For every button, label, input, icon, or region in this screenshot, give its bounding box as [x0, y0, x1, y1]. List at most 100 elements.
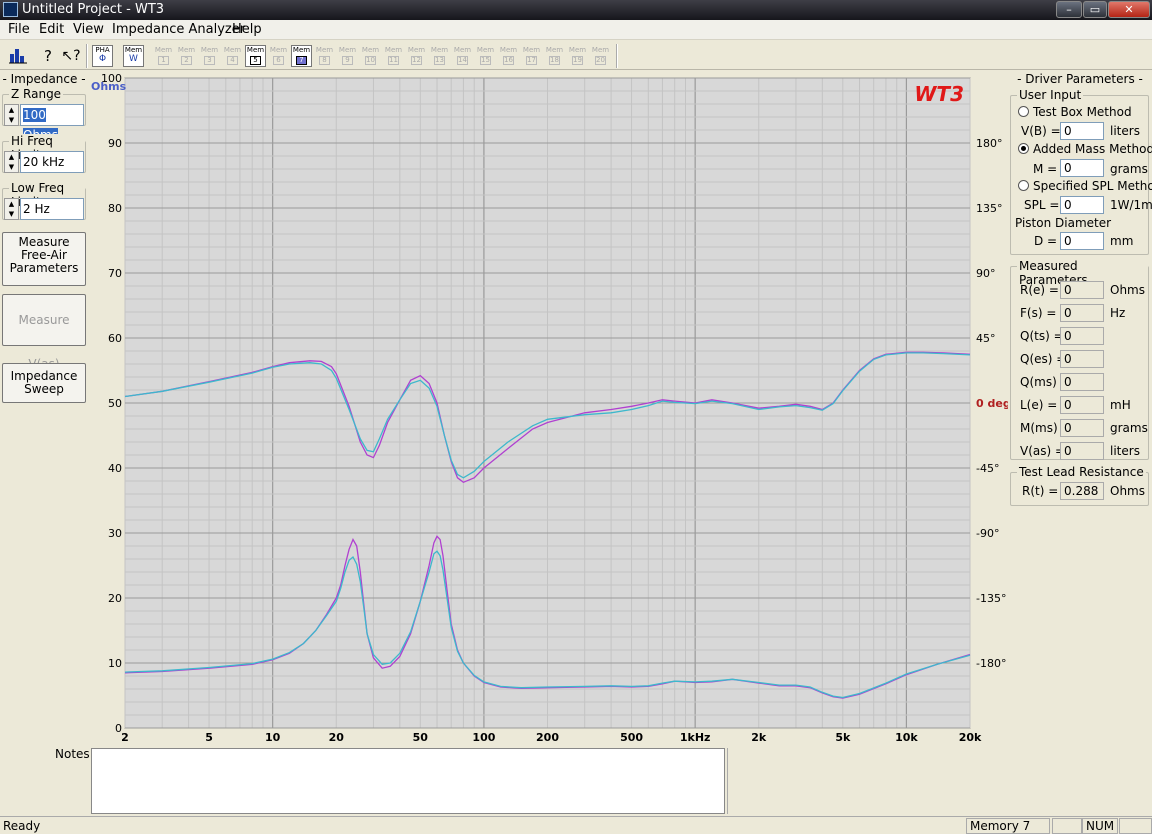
low-freq-spinner[interactable]: ▲ ▼ [4, 198, 19, 220]
impedance-plot[interactable]: 2 5 10 20 50 100 200 500 1kHz 2k 5k 10k 20k 0 10 20 30 40… [90, 70, 1008, 746]
menu-impedance-analyzer[interactable]: Impedance Analyzer [112, 22, 245, 37]
mem-w-button[interactable]: Mem W [123, 45, 144, 67]
x-tick-label: 2k [751, 731, 767, 744]
y-tick-label: 10 [108, 657, 122, 670]
menu-file[interactable]: File [8, 22, 30, 37]
param-value[interactable]: 0 [1060, 327, 1104, 345]
spin-up-icon[interactable]: ▲ [5, 105, 18, 115]
mem-button-number: 11 [388, 56, 399, 65]
minimize-button[interactable]: – [1056, 1, 1082, 18]
param-value[interactable]: 0 [1060, 350, 1104, 368]
param-value[interactable]: 0 [1060, 304, 1104, 322]
z-range-input[interactable]: 100 Ohms [20, 104, 84, 142]
mem-button-6[interactable]: Mem 6 [268, 45, 289, 67]
mem-button-17[interactable]: Mem 17 [521, 45, 542, 67]
hi-freq-input[interactable]: 20 kHz [20, 151, 84, 173]
mem-button-number: 2 [181, 56, 192, 65]
x-tick-label: 20k [959, 731, 982, 744]
mem-button-8[interactable]: Mem 8 [314, 45, 335, 67]
mem-button-label: Mem [361, 46, 380, 54]
app-window: Untitled Project - WT3 – ▭ ✕ File Edit V… [0, 0, 1152, 834]
spin-up-icon[interactable]: ▲ [5, 152, 18, 162]
param-unit: Ohms [1110, 283, 1145, 297]
param-value[interactable]: 0 [1060, 281, 1104, 299]
bar-chart-icon[interactable] [6, 45, 30, 67]
mem-button-label: Mem [453, 46, 472, 54]
mem-button-19[interactable]: Mem 19 [567, 45, 588, 67]
menu-bar: File Edit View Impedance Analyzer Help [0, 20, 1152, 40]
mem-button-7[interactable]: Mem 7 [291, 45, 312, 67]
vb-input[interactable]: 0 [1060, 122, 1104, 140]
menu-help[interactable]: Help [232, 22, 262, 37]
m-input[interactable]: 0 [1060, 159, 1104, 177]
mem-button-2[interactable]: Mem 2 [176, 45, 197, 67]
param-value[interactable]: 0 [1060, 419, 1104, 437]
added-mass-radio[interactable] [1018, 143, 1029, 154]
mem-button-4[interactable]: Mem 4 [222, 45, 243, 67]
mem-button-1[interactable]: Mem 1 [153, 45, 174, 67]
mem-button-label: Mem [522, 46, 541, 54]
mem-button-9[interactable]: Mem 9 [337, 45, 358, 67]
mem-button-label: Mem [384, 46, 403, 54]
d-unit: mm [1110, 234, 1134, 248]
mem-button-5[interactable]: Mem 5 [245, 45, 266, 67]
impedance-sweep-button[interactable]: Impedance Sweep [2, 363, 86, 403]
help-icon[interactable]: ? [37, 45, 59, 67]
spin-up-icon[interactable]: ▲ [5, 199, 18, 209]
mem-button-13[interactable]: Mem 13 [429, 45, 450, 67]
phase-toggle-button[interactable]: PHA Φ [92, 45, 113, 67]
spin-down-icon[interactable]: ▼ [5, 209, 18, 219]
measure-free-air-button[interactable]: Measure Free-Air Parameters [2, 232, 86, 286]
mem-button-3[interactable]: Mem 3 [199, 45, 220, 67]
mem-button-16[interactable]: Mem 16 [498, 45, 519, 67]
mem-button-15[interactable]: Mem 15 [475, 45, 496, 67]
phase-tick-label: -135° [976, 592, 1006, 605]
context-help-icon[interactable]: ↖? [60, 45, 82, 67]
d-input[interactable]: 0 [1060, 232, 1104, 250]
mem-button-label: Mem [177, 46, 196, 54]
hi-freq-spinner[interactable]: ▲ ▼ [4, 151, 19, 173]
spin-down-icon[interactable]: ▼ [5, 162, 18, 172]
x-tick-label: 10 [265, 731, 281, 744]
phase-tick-label: 0 deg [976, 397, 1008, 410]
mem-button-number: 16 [503, 56, 514, 65]
phase-tick-label: 135° [976, 202, 1003, 215]
mem-button-12[interactable]: Mem 12 [406, 45, 427, 67]
mem-button-20[interactable]: Mem 20 [590, 45, 611, 67]
mem-button-label: Mem [338, 46, 357, 54]
notes-textarea[interactable] [91, 748, 725, 814]
menu-edit[interactable]: Edit [39, 22, 64, 37]
chart-svg[interactable]: 2 5 10 20 50 100 200 500 1kHz 2k 5k 10k 20k 0 10 20 30 40… [90, 70, 1008, 746]
low-freq-input[interactable]: 2 Hz [20, 198, 84, 220]
param-value[interactable]: 0 [1060, 396, 1104, 414]
spl-input[interactable]: 0 [1060, 196, 1104, 214]
mem-button-10[interactable]: Mem 10 [360, 45, 381, 67]
mem-button-18[interactable]: Mem 18 [544, 45, 565, 67]
mem-button-label: Mem [154, 46, 173, 54]
param-value[interactable]: 0 [1060, 373, 1104, 391]
test-box-method-label: Test Box Method [1033, 105, 1132, 119]
mem-button-number: 18 [549, 56, 560, 65]
maximize-button[interactable]: ▭ [1083, 1, 1107, 18]
mem-button-number: 5 [250, 56, 261, 65]
mem-button-14[interactable]: Mem 14 [452, 45, 473, 67]
spl-radio[interactable] [1018, 180, 1029, 191]
mem-button-number: 19 [572, 56, 583, 65]
mem-w-sub: W [129, 54, 138, 64]
driver-parameters-header: - Driver Parameters - [1017, 72, 1143, 86]
z-range-spinner[interactable]: ▲ ▼ [4, 104, 19, 126]
mem-button-label: Mem [499, 46, 518, 54]
measure-vas-button[interactable]: Measure V(as) [2, 294, 86, 371]
x-tick-label: 200 [536, 731, 559, 744]
mem-button-11[interactable]: Mem 11 [383, 45, 404, 67]
menu-view[interactable]: View [73, 22, 104, 37]
mem-button-label: Mem [476, 46, 495, 54]
d-label: D = [1034, 234, 1058, 248]
rt-input[interactable]: 0.288 [1060, 482, 1104, 500]
param-unit: mH [1110, 398, 1131, 412]
test-box-radio[interactable] [1018, 106, 1029, 117]
spin-down-icon[interactable]: ▼ [5, 115, 18, 125]
phase-label: PHA [95, 46, 110, 54]
close-button[interactable]: ✕ [1108, 1, 1150, 18]
param-value[interactable]: 0 [1060, 442, 1104, 460]
